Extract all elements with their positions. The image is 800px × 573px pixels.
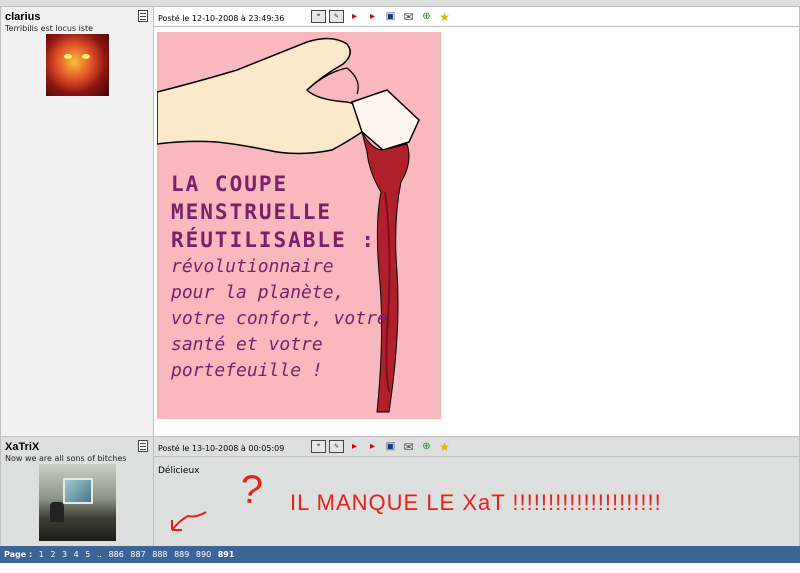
page-link[interactable]: 2 xyxy=(50,550,55,559)
post-toolbar: ❝ ✎ ▸ ▸ ▣ ✉ ⊕ ★ xyxy=(311,10,452,23)
avatar-figure xyxy=(50,502,64,522)
reply-icon[interactable]: ▸ xyxy=(347,440,362,453)
post-header: Posté le 13-10-2008 à 00:05:09 ❝ ✎ ▸ ▸ ▣… xyxy=(154,437,799,457)
add-icon[interactable]: ⊕ xyxy=(419,440,434,453)
tube-shape xyxy=(351,89,420,151)
page-link[interactable]: 4 xyxy=(74,550,79,559)
poster-subtext-line: santé et votre xyxy=(171,334,323,355)
post-date: Posté le 13-10-2008 à 00:05:09 xyxy=(158,444,285,453)
poster-heading-line: RÉUTILISABLE : xyxy=(171,228,377,252)
edit-icon[interactable]: ✎ xyxy=(329,10,344,23)
post-image: LA COUPE MENSTRUELLE RÉUTILISABLE : révo… xyxy=(157,32,441,419)
poster-subtext-line: portefeuille ! xyxy=(171,360,323,381)
post-content: Posté le 12-10-2008 à 23:49:36 ❝ ✎ ▸ ▸ ▣… xyxy=(154,7,799,436)
star-icon[interactable]: ★ xyxy=(437,440,452,453)
poster-subtext-line: pour la planète, xyxy=(171,282,345,303)
forum-post: clarius Terribilis est locus iste Posté … xyxy=(0,7,800,436)
poster-subtext-line: votre confort, votre xyxy=(171,308,388,329)
page-link[interactable]: 886 xyxy=(109,550,124,559)
reply-icon[interactable]: ▸ xyxy=(347,10,362,23)
post-author-panel: clarius Terribilis est locus iste xyxy=(1,7,154,436)
mail-icon[interactable]: ✉ xyxy=(401,440,416,453)
avatar xyxy=(39,464,116,541)
delete-icon[interactable]: ▸ xyxy=(365,440,380,453)
pagination-label: Page : xyxy=(4,550,33,559)
page-bottom xyxy=(0,563,800,573)
page-link[interactable]: 890 xyxy=(196,550,211,559)
screen-icon[interactable]: ▣ xyxy=(383,10,398,23)
add-icon[interactable]: ⊕ xyxy=(419,10,434,23)
post-toolbar: ❝ ✎ ▸ ▸ ▣ ✉ ⊕ ★ xyxy=(311,440,452,453)
post-body: Délicieux xyxy=(158,466,200,476)
author-quote: Now we are all sons of bitches xyxy=(5,454,127,463)
page-link[interactable]: 1 xyxy=(39,550,44,559)
author-name[interactable]: XaTriX xyxy=(5,441,39,453)
poster-heading-line: MENSTRUELLE xyxy=(171,200,333,224)
annotation-text: IL MANQUE LE XaT !!!!!!!!!!!!!!!!!!!!! xyxy=(290,490,662,515)
page-link[interactable]: 3 xyxy=(62,550,67,559)
profile-icon[interactable] xyxy=(138,440,148,452)
pagination-bar: Page : 1 2 3 4 5 .. 886 887 888 889 890 … xyxy=(0,546,800,563)
mail-icon[interactable]: ✉ xyxy=(401,10,416,23)
page-link[interactable]: 887 xyxy=(130,550,145,559)
avatar-eye xyxy=(82,54,90,59)
post-date: Posté le 12-10-2008 à 23:49:36 xyxy=(158,14,285,23)
poster-heading-line: LA COUPE xyxy=(171,172,289,196)
profile-icon[interactable] xyxy=(138,10,148,22)
screen-icon[interactable]: ▣ xyxy=(383,440,398,453)
poster-subtext-line: révolutionnaire xyxy=(171,256,334,277)
author-quote: Terribilis est locus iste xyxy=(5,24,94,33)
edit-icon[interactable]: ✎ xyxy=(329,440,344,453)
page-link[interactable]: 888 xyxy=(152,550,167,559)
hand-shape xyxy=(157,37,373,155)
author-name[interactable]: clarius xyxy=(5,11,40,23)
arrow-stroke xyxy=(171,511,207,531)
page-ellipsis: .. xyxy=(96,550,103,559)
previous-post-footer xyxy=(0,0,800,7)
poster-text: LA COUPE MENSTRUELLE RÉUTILISABLE : révo… xyxy=(171,170,433,384)
star-icon[interactable]: ★ xyxy=(437,10,452,23)
delete-icon[interactable]: ▸ xyxy=(365,10,380,23)
quote-icon[interactable]: ❝ xyxy=(311,10,326,23)
avatar xyxy=(46,34,109,96)
avatar-eye xyxy=(64,54,72,59)
avatar-window xyxy=(63,478,93,504)
quote-icon[interactable]: ❝ xyxy=(311,440,326,453)
annotation-question-mark: ? xyxy=(237,466,265,514)
page-link[interactable]: 889 xyxy=(174,550,189,559)
page-current: 891 xyxy=(217,550,235,559)
annotation-arrow xyxy=(171,511,207,531)
post-author-panel: XaTriX Now we are all sons of bitches xyxy=(1,437,154,546)
page-link[interactable]: 5 xyxy=(85,550,90,559)
post-header: Posté le 12-10-2008 à 23:49:36 ❝ ✎ ▸ ▸ ▣… xyxy=(154,7,799,27)
